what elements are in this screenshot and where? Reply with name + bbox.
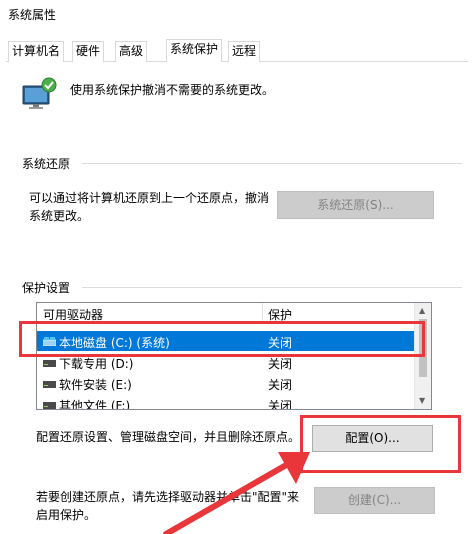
system-restore-rule: [82, 163, 462, 164]
tab-system-protection[interactable]: 系统保护: [166, 39, 223, 63]
protection-settings-section-label: 保护设置: [22, 281, 71, 295]
drive-row-e[interactable]: 软件安装 (E:) 关闭: [37, 373, 415, 393]
drive-icon: [43, 381, 56, 388]
tab-hardware[interactable]: 硬件: [72, 41, 105, 62]
system-shield-monitor-icon: [20, 76, 58, 112]
window-title: 系统属性: [8, 8, 57, 22]
drive-icon: [43, 402, 56, 409]
drive-name: 其他文件 (F:): [59, 399, 131, 410]
drive-protection-status: 关闭: [268, 357, 293, 371]
restore-description-line1: 可以通过将计算机还原到上一个还原点，撤消: [29, 191, 270, 205]
drive-row-f[interactable]: 其他文件 (F:) 关闭: [37, 394, 415, 410]
intro-text: 使用系统保护撤消不需要的系统更改。: [70, 83, 275, 97]
column-divider: [262, 303, 263, 323]
annotation-highlight-selected-drive: [19, 321, 425, 357]
create-description-line2: 启用保护。: [36, 508, 97, 522]
restore-description-line2: 系统更改。: [29, 209, 90, 223]
drive-protection-status: 关闭: [268, 399, 293, 410]
tab-remote[interactable]: 远程: [228, 41, 261, 62]
system-restore-button[interactable]: 系统还原(S)...: [277, 191, 434, 219]
drive-name: 软件安装 (E:): [59, 378, 132, 392]
system-restore-section-label: 系统还原: [22, 157, 71, 171]
tab-advanced[interactable]: 高级: [115, 41, 148, 62]
drive-list-header: 可用驱动器 保护: [37, 303, 415, 323]
annotation-arrow-icon: [163, 452, 310, 534]
scroll-down-icon[interactable]: ▼: [419, 396, 425, 405]
drive-protection-status: 关闭: [268, 378, 293, 392]
create-button[interactable]: 创建(C)...: [314, 487, 435, 514]
drive-icon: [43, 360, 56, 367]
scroll-up-icon[interactable]: ▲: [419, 306, 425, 315]
drive-name: 下载专用 (D:): [59, 357, 134, 371]
annotation-highlight-configure: [300, 415, 461, 473]
tab-computer-name[interactable]: 计算机名: [8, 41, 65, 62]
protection-settings-rule: [82, 287, 462, 288]
